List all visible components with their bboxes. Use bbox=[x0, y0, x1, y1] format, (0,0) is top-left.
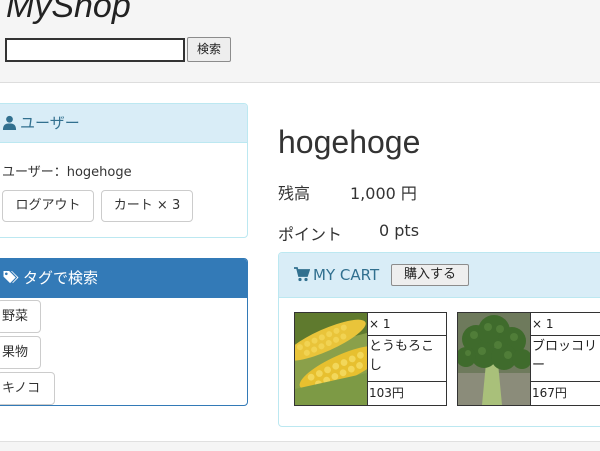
balance-label: 残高 bbox=[278, 184, 311, 203]
site-logo[interactable]: MyShop bbox=[6, 0, 131, 26]
cart-panel-heading: MY CART 購入する bbox=[279, 253, 600, 298]
shopping-cart-icon bbox=[294, 267, 311, 282]
user-icon bbox=[2, 115, 17, 130]
points-label: ポイント bbox=[278, 225, 343, 244]
broccoli-image bbox=[458, 313, 531, 405]
user-panel-heading: ユーザー bbox=[0, 104, 247, 143]
user-panel: ユーザー ユーザー：hogehoge ログアウト カート × 3 bbox=[0, 103, 248, 238]
points-row: ポイント 0 pts bbox=[278, 221, 419, 245]
cart-panel-title: MY CART bbox=[313, 266, 380, 284]
search-input[interactable] bbox=[5, 38, 185, 62]
tag-button-vegetable[interactable]: 野菜 bbox=[0, 300, 41, 333]
cart-item[interactable]: × 1 とうもろこし 103円 bbox=[294, 312, 447, 406]
user-panel-title: ユーザー bbox=[20, 114, 80, 132]
search-button[interactable]: 検索 bbox=[187, 37, 231, 62]
balance-row: 残高 1,000 円 bbox=[278, 180, 417, 204]
tag-search-panel: タグで検索 野菜 果物 キノコ bbox=[0, 258, 248, 406]
item-name: とうもろこし bbox=[368, 336, 446, 382]
tag-button-fruit[interactable]: 果物 bbox=[0, 336, 41, 369]
tag-panel-heading: タグで検索 bbox=[0, 259, 247, 298]
user-name-text: ユーザー：hogehoge bbox=[2, 165, 132, 180]
points-value: 0 pts bbox=[379, 221, 420, 240]
corn-image bbox=[295, 313, 368, 405]
tags-icon bbox=[3, 270, 19, 284]
balance-value: 1,000 円 bbox=[350, 184, 417, 203]
logout-button[interactable]: ログアウト bbox=[2, 190, 94, 222]
item-quantity: × 1 bbox=[368, 313, 446, 336]
item-quantity: × 1 bbox=[531, 313, 600, 336]
item-name: ブロッコリー bbox=[531, 336, 600, 382]
top-navbar: MyShop 検索 bbox=[0, 0, 600, 83]
tag-panel-title: タグで検索 bbox=[23, 269, 99, 287]
my-cart-panel: MY CART 購入する × 1 とうもろこし 103円 × 1 ブロッコリー … bbox=[278, 252, 600, 427]
tag-button-mushroom[interactable]: キノコ bbox=[0, 372, 55, 405]
cart-button[interactable]: カート × 3 bbox=[101, 190, 193, 222]
cart-item[interactable]: × 1 ブロッコリー 167円 bbox=[457, 312, 600, 406]
item-price: 103円 bbox=[369, 386, 404, 400]
purchase-button[interactable]: 購入する bbox=[391, 264, 469, 286]
item-price: 167円 bbox=[532, 386, 567, 400]
page-title-username: hogehoge bbox=[278, 124, 421, 160]
